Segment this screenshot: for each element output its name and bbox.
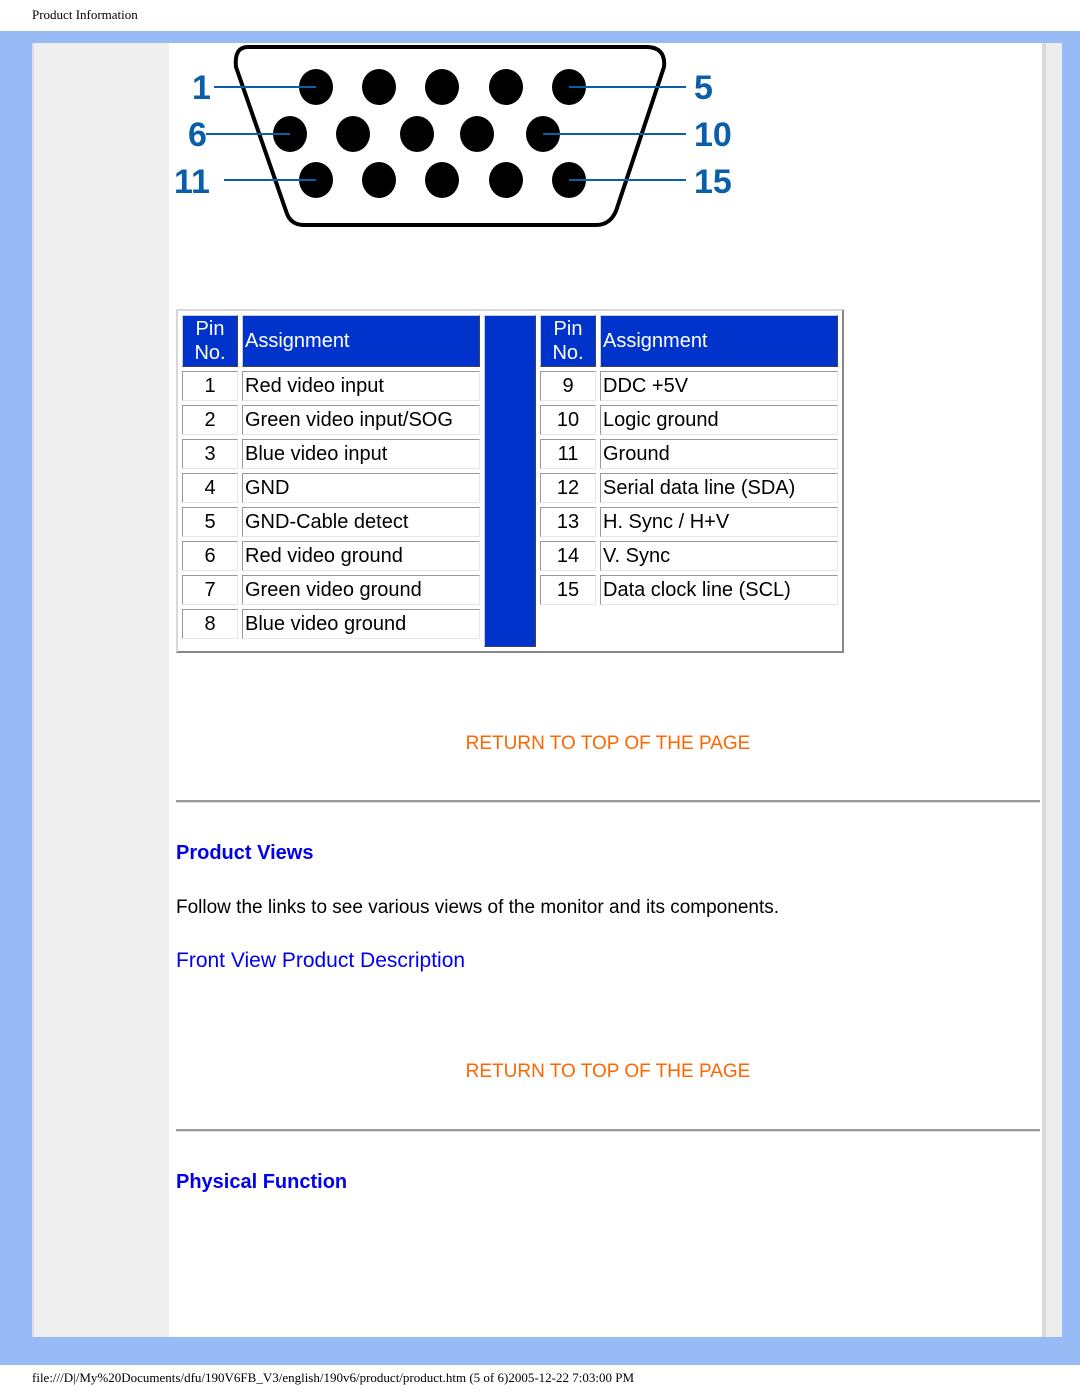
- pin-number: 8: [182, 609, 238, 639]
- divider: [176, 1129, 1040, 1132]
- pin-hole: [400, 116, 434, 152]
- table-header-row: Pin No. Assignment: [540, 315, 838, 367]
- connector-label-15: 15: [694, 163, 732, 201]
- divider: [176, 800, 1040, 803]
- vga-connector-icon: 1 5 6 10 11 15: [176, 45, 732, 227]
- pin-number: 4: [182, 473, 238, 503]
- header-assignment: Assignment: [600, 315, 838, 367]
- table-row: 15 Data clock line (SCL): [540, 575, 838, 605]
- pin-assignment: H. Sync / H+V: [600, 507, 838, 537]
- left-sidebar-column: [34, 43, 169, 1337]
- pin-number: 3: [182, 439, 238, 469]
- return-to-top-link[interactable]: RETURN TO TOP OF THE PAGE: [176, 733, 1040, 755]
- pin-assignment: Blue video input: [242, 439, 480, 469]
- pin-assignment: GND-Cable detect: [242, 507, 480, 537]
- table-row: 12 Serial data line (SDA): [540, 473, 838, 503]
- table-row: 10 Logic ground: [540, 405, 838, 435]
- pin-number: 5: [182, 507, 238, 537]
- pin-assignment: DDC +5V: [600, 371, 838, 401]
- pin-number: 15: [540, 575, 596, 605]
- pin-hole: [362, 69, 396, 105]
- table-row: 14 V. Sync: [540, 541, 838, 571]
- pin-assignment: Logic ground: [600, 405, 838, 435]
- table-row: 2 Green video input/SOG: [182, 405, 480, 435]
- connector-label-5: 5: [694, 69, 713, 107]
- pin-assignment: V. Sync: [600, 541, 838, 571]
- table-row: 9 DDC +5V: [540, 371, 838, 401]
- print-footer: file:///D|/My%20Documents/dfu/190V6FB_V3…: [32, 1370, 635, 1385]
- pin-hole: [489, 162, 523, 198]
- header-pin-no: Pin No.: [182, 315, 238, 367]
- table-row: 11 Ground: [540, 439, 838, 469]
- pin-number: 9: [540, 371, 596, 401]
- pin-number: 7: [182, 575, 238, 605]
- pin-assignment-table: Pin No. Assignment 1 Red video input 2 Gree…: [176, 309, 844, 653]
- page-frame: 1 5 6 10 11 15 Pin No. Assignment 1 Red …: [0, 31, 1080, 1365]
- header-assignment: Assignment: [242, 315, 480, 367]
- table-row: 13 H. Sync / H+V: [540, 507, 838, 537]
- connector-label-11: 11: [176, 163, 210, 201]
- pin-hole: [362, 162, 396, 198]
- connector-label-1: 1: [192, 69, 211, 107]
- pin-hole: [460, 116, 494, 152]
- product-views-description: Follow the links to see various views of…: [176, 897, 780, 918]
- right-edge-bar: [1042, 43, 1062, 1337]
- pin-number: 6: [182, 541, 238, 571]
- pin-assignment: GND: [242, 473, 480, 503]
- pin-number: 13: [540, 507, 596, 537]
- table-row: 1 Red video input: [182, 371, 480, 401]
- pin-assignment: Blue video ground: [242, 609, 480, 639]
- table-header-row: Pin No. Assignment: [182, 315, 480, 367]
- return-to-top-link[interactable]: RETURN TO TOP OF THE PAGE: [176, 1061, 1040, 1083]
- section-title-physical-function: Physical Function: [176, 1171, 348, 1193]
- table-row: 4 GND: [182, 473, 480, 503]
- table-row: 6 Red video ground: [182, 541, 480, 571]
- pin-hole: [489, 69, 523, 105]
- table-row: 3 Blue video input: [182, 439, 480, 469]
- page-body: 1 5 6 10 11 15 Pin No. Assignment 1 Red …: [32, 43, 1062, 1337]
- table-divider-column: [484, 315, 536, 647]
- pin-assignment: Green video input/SOG: [242, 405, 480, 435]
- pin-assignment: Green video ground: [242, 575, 480, 605]
- header-pin-no: Pin No.: [540, 315, 596, 367]
- print-header: Product Information: [32, 7, 138, 22]
- pin-number: 10: [540, 405, 596, 435]
- pin-assignment: Ground: [600, 439, 838, 469]
- pin-assignment: Serial data line (SDA): [600, 473, 838, 503]
- table-row: 8 Blue video ground: [182, 609, 480, 639]
- pin-assignment: Red video input: [242, 371, 480, 401]
- pin-hole: [425, 162, 459, 198]
- pin-number: 14: [540, 541, 596, 571]
- connector-label-10: 10: [694, 116, 732, 154]
- table-row: 7 Green video ground: [182, 575, 480, 605]
- pin-assignment: Data clock line (SCL): [600, 575, 838, 605]
- table-row: 5 GND-Cable detect: [182, 507, 480, 537]
- pin-hole: [425, 69, 459, 105]
- pin-number: 1: [182, 371, 238, 401]
- pin-number: 2: [182, 405, 238, 435]
- pin-table-right: Pin No. Assignment 9 DDC +5V 10 Logic groun…: [536, 311, 842, 609]
- pin-assignment: Red video ground: [242, 541, 480, 571]
- pin-number: 12: [540, 473, 596, 503]
- connector-label-6: 6: [188, 116, 207, 154]
- front-view-product-description-link[interactable]: Front View Product Description: [176, 949, 465, 973]
- pin-hole: [336, 116, 370, 152]
- pin-number: 11: [540, 439, 596, 469]
- section-title-product-views: Product Views: [176, 842, 314, 864]
- pin-table-left: Pin No. Assignment 1 Red video input 2 Gree…: [178, 311, 484, 643]
